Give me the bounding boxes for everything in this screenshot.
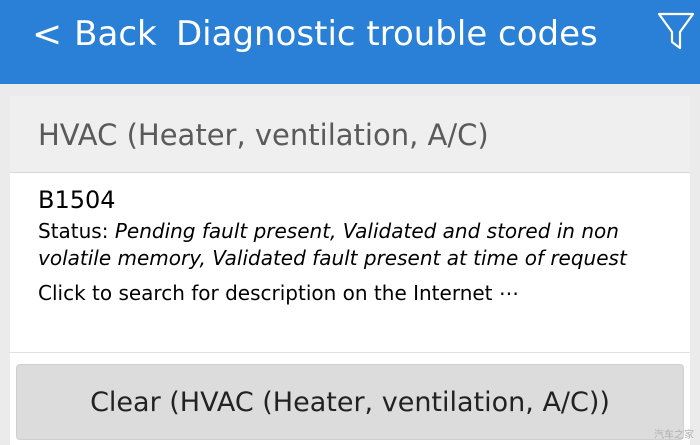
divider <box>10 352 690 353</box>
filter-button[interactable] <box>656 6 696 54</box>
back-chevron-icon: < <box>32 13 63 55</box>
search-description-link[interactable]: Click to search for description on the I… <box>38 280 678 307</box>
back-button[interactable]: < Back <box>32 10 157 58</box>
status-value: Pending fault present, Validated and sto… <box>38 219 627 270</box>
status-label: Status: <box>38 219 115 243</box>
back-label: Back <box>74 14 157 54</box>
section-header: HVAC (Heater, ventilation, A/C) <box>10 96 690 173</box>
trouble-code-item[interactable]: B1504 Status: Pending fault present, Val… <box>38 184 678 307</box>
watermark: 汽车之家 <box>654 430 694 441</box>
app-bar: < Back Diagnostic trouble codes <box>0 0 700 84</box>
trouble-code: B1504 <box>38 186 116 214</box>
clear-codes-button[interactable]: Clear (HVAC (Heater, ventilation, A/C)) <box>16 364 684 440</box>
trouble-code-status: Status: Pending fault present, Validated… <box>38 218 678 272</box>
section-title: HVAC (Heater, ventilation, A/C) <box>38 118 489 152</box>
page-title: Diagnostic trouble codes <box>176 14 598 54</box>
filter-icon <box>657 12 695 50</box>
